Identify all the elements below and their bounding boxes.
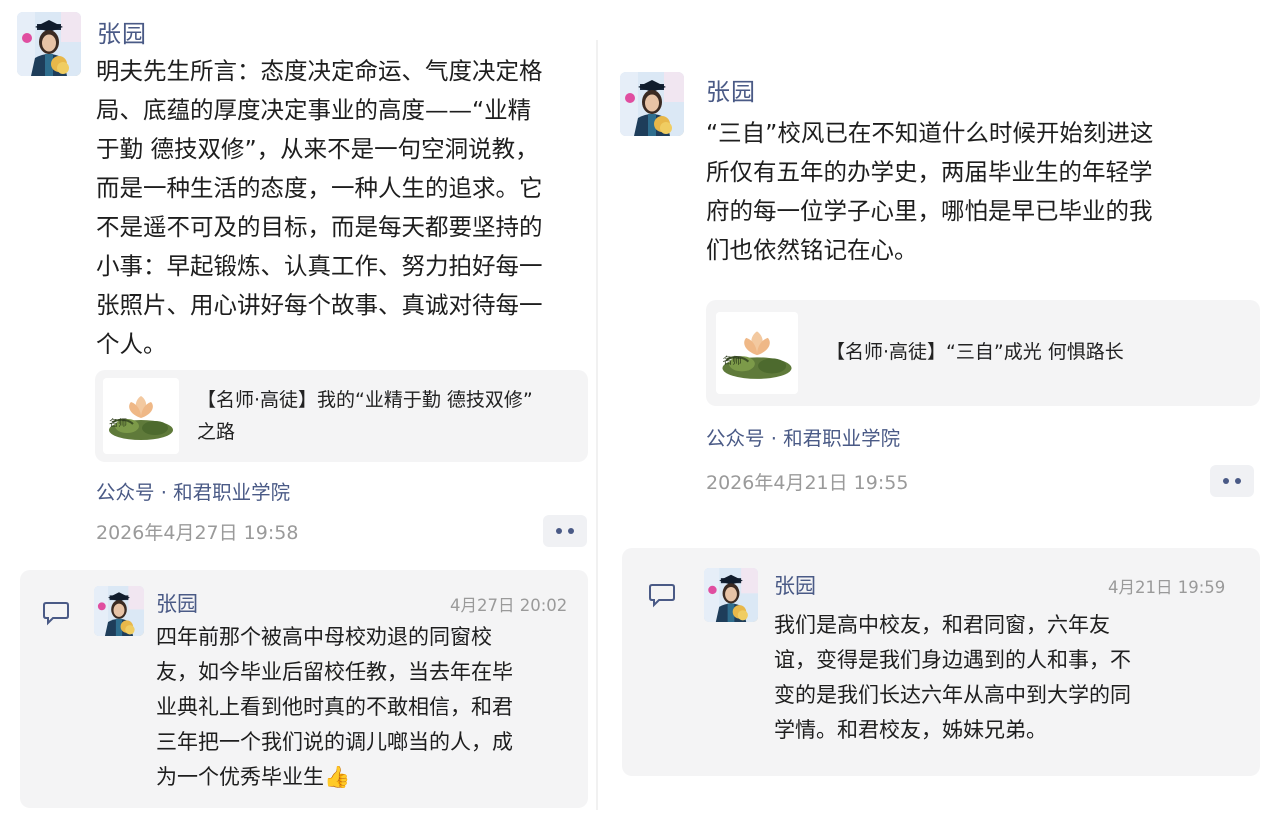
comment-line: 四年前那个被高中母校劝退的同窗校 xyxy=(156,625,492,649)
right-comment-box: 张园 4月21日 19:59 我们是高中校友，和君同窗，六年友 谊，变得是我们身… xyxy=(622,548,1260,776)
comment-author[interactable]: 张园 xyxy=(774,570,816,600)
lotus-thumbnail-icon xyxy=(103,378,179,454)
right-article-card[interactable]: 【名师·高徒】“三自”成光 何惧路长 xyxy=(706,300,1260,406)
comment-author[interactable]: 张园 xyxy=(156,588,198,618)
right-post-author[interactable]: 张园 xyxy=(706,72,756,107)
body-line: 不是遥不可及的目标，而是每天都要坚持的 xyxy=(96,213,543,241)
comment-avatar[interactable] xyxy=(704,568,758,622)
body-line: 局、底蕴的厚度决定事业的高度——“业精 xyxy=(96,96,532,124)
comment-line: 我们是高中校友，和君同窗，六年友 xyxy=(774,613,1110,637)
comment-avatar[interactable] xyxy=(94,586,144,636)
right-article-title: 【名师·高徒】“三自”成光 何惧路长 xyxy=(826,336,1246,368)
body-line: 个人。 xyxy=(96,330,167,358)
left-post-body: 明夫先生所言：态度决定命运、气度决定格 局、底蕴的厚度决定事业的高度——“业精 … xyxy=(96,52,596,364)
left-article-card[interactable]: 【名师·高徒】我的“业精于勤 德技双修” 之路 xyxy=(95,370,588,462)
right-post-source[interactable]: 公众号 · 和君职业学院 xyxy=(706,422,900,451)
body-line: 张照片、用心讲好每个故事、真诚对待每一 xyxy=(96,291,543,319)
body-line: 小事：早起锻炼、认真工作、努力拍好每一 xyxy=(96,252,543,280)
body-line: 所仅有五年的办学史，两届毕业生的年轻学 xyxy=(706,158,1153,186)
body-line: “三自”校风已在不知道什么时候开始刻进这 xyxy=(706,119,1154,147)
column-divider xyxy=(596,40,598,810)
comment-time: 4月27日 20:02 xyxy=(450,596,568,615)
left-post-author[interactable]: 张园 xyxy=(97,14,147,49)
right-post-body: “三自”校风已在不知道什么时候开始刻进这 所仅有五年的办学史，两届毕业生的年轻学… xyxy=(706,114,1266,270)
body-line: 而是一种生活的态度，一种人生的追求。它 xyxy=(96,174,543,202)
thumbs-up-icon: 👍 xyxy=(324,765,351,789)
left-post-source[interactable]: 公众号 · 和君职业学院 xyxy=(96,476,290,505)
comment-bubble-icon[interactable] xyxy=(648,582,676,608)
more-dots-icon[interactable] xyxy=(1210,465,1254,497)
lotus-thumbnail-icon xyxy=(716,312,798,394)
body-line: 们也依然铭记在心。 xyxy=(706,236,918,264)
comment-line: 三年把一个我们说的调儿啷当的人，成 xyxy=(156,730,513,754)
left-post-avatar[interactable] xyxy=(17,12,81,76)
more-dots-icon[interactable] xyxy=(543,515,587,547)
comment-line-text: 为一个优秀毕业生 xyxy=(156,765,324,789)
body-line: 明夫先生所言：态度决定命运、气度决定格 xyxy=(96,57,543,85)
comment-bubble-icon[interactable] xyxy=(42,600,70,626)
comment-line: 学情。和君校友，姊妹兄弟。 xyxy=(774,718,1047,742)
comment-line: 友，如今毕业后留校任教，当去年在毕 xyxy=(156,660,513,684)
left-comment-box: 张园 4月27日 20:02 四年前那个被高中母校劝退的同窗校 友，如今毕业后留… xyxy=(20,570,588,808)
left-post-time: 2026年4月27日 19:58 xyxy=(96,522,299,544)
right-post-time: 2026年4月21日 19:55 xyxy=(706,472,909,494)
comment-line: 为一个优秀毕业生👍 xyxy=(156,760,576,795)
body-line: 府的每一位学子心里，哪怕是早已毕业的我 xyxy=(706,197,1153,225)
comment-text: 四年前那个被高中母校劝退的同窗校 友，如今毕业后留校任教，当去年在毕 业典礼上看… xyxy=(156,620,576,795)
card-title-line: 之路 xyxy=(197,421,236,443)
comment-line: 业典礼上看到他时真的不敢相信，和君 xyxy=(156,695,513,719)
comment-time: 4月21日 19:59 xyxy=(1108,578,1226,597)
body-line: 于勤 德技双修”，从来不是一句空洞说教， xyxy=(96,135,539,163)
card-title-line: 【名师·高徒】我的“业精于勤 德技双修” xyxy=(197,389,533,411)
left-article-title: 【名师·高徒】我的“业精于勤 德技双修” 之路 xyxy=(197,384,577,448)
comment-line: 变的是我们长达六年从高中到大学的同 xyxy=(774,683,1131,707)
comment-line: 谊，变得是我们身边遇到的人和事，不 xyxy=(774,648,1131,672)
card-title-line: 【名师·高徒】“三自”成光 何惧路长 xyxy=(826,341,1124,363)
comment-text: 我们是高中校友，和君同窗，六年友 谊，变得是我们身边遇到的人和事，不 变的是我们… xyxy=(774,608,1244,748)
right-post-avatar[interactable] xyxy=(620,72,684,136)
